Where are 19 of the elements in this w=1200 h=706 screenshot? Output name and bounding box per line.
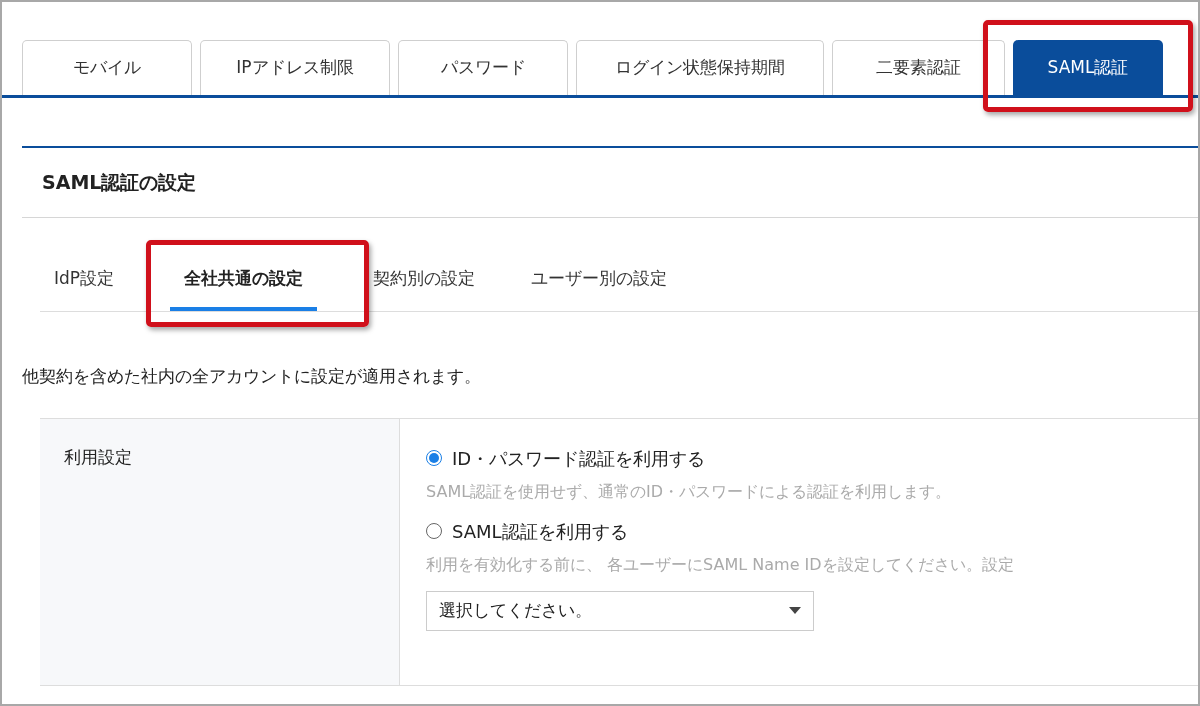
settings-tab[interactable]: ログイン状態保持期間 (576, 40, 824, 95)
sub-tab[interactable]: IdP設定 (40, 218, 129, 311)
caret-icon (789, 607, 801, 614)
sub-tab[interactable]: 契約別の設定 (359, 218, 490, 311)
settings-tab[interactable]: 二要素認証 (832, 40, 1005, 95)
setting-label: 利用設定 (64, 446, 132, 467)
description-text: 他契約を含めた社内の全アカウントに設定が適用されます。 (22, 365, 482, 388)
help-text: SAML認証を使用せず、通常のID・パスワードによる認証を利用します。 (426, 480, 953, 503)
panel-title: SAML認証の設定 (22, 148, 1198, 218)
settings-tab[interactable]: SAML認証 (1013, 40, 1163, 95)
settings-tab[interactable]: IPアドレス制限 (200, 40, 390, 95)
radio-option[interactable]: SAML認証を利用する (426, 517, 1014, 545)
sub-tab[interactable]: 全社共通の設定 (170, 218, 318, 311)
sub-tab[interactable]: ユーザー別の設定 (517, 218, 682, 311)
settings-tab[interactable]: モバイル (22, 40, 192, 95)
radio-option[interactable]: ID・パスワード認証を利用する (426, 444, 1014, 472)
help-text: 利用を有効化する前に、 各ユーザーにSAML Name IDを設定してください。設定 (426, 553, 1014, 576)
select-dropdown[interactable]: 選択してください。 (426, 590, 814, 631)
settings-tab[interactable]: パスワード (398, 40, 568, 95)
